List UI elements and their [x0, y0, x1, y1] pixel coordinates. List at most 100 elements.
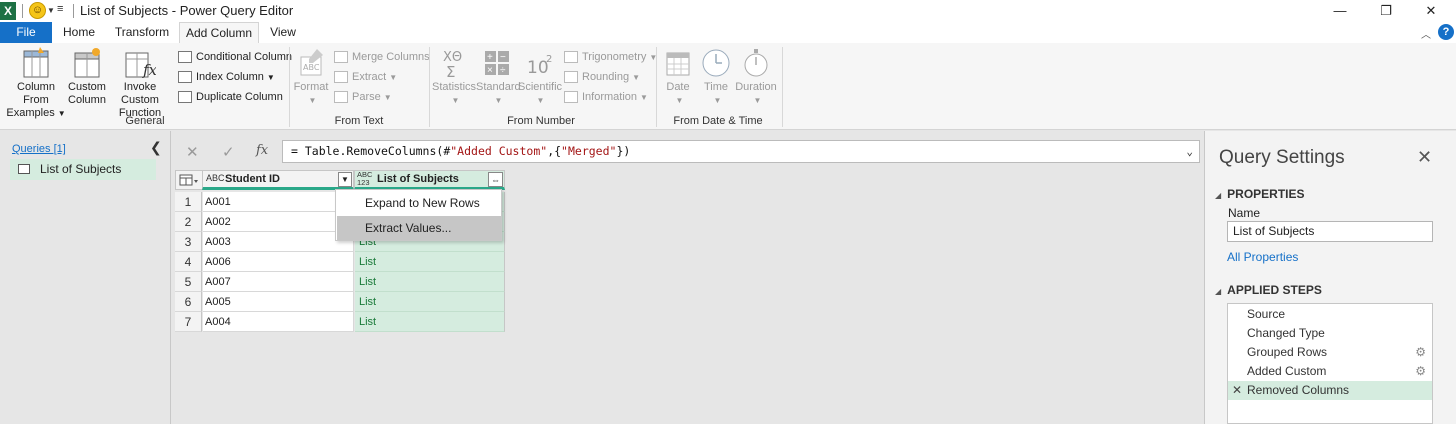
cell-student-id[interactable]: A007	[203, 272, 354, 292]
duration-button[interactable]: Duration ▼	[735, 47, 777, 107]
applied-steps-header[interactable]: ◢ APPLIED STEPS	[1215, 283, 1322, 297]
close-settings-icon[interactable]: ✕	[1417, 147, 1432, 168]
row-number[interactable]: 5	[175, 272, 202, 292]
chevron-down-icon: ▼	[383, 93, 392, 102]
confirm-formula-icon[interactable]: ✓	[222, 143, 235, 161]
delete-step-icon[interactable]: ✕	[1232, 381, 1242, 400]
query-item-list-of-subjects[interactable]: List of Subjects	[10, 159, 156, 180]
applied-step[interactable]: Changed Type	[1228, 324, 1432, 343]
applied-step[interactable]: ✕ Removed Columns	[1228, 381, 1432, 400]
standard-label: Standard	[476, 81, 521, 93]
information-button[interactable]: Information ▼	[564, 88, 648, 106]
cell-student-id[interactable]: A005	[203, 292, 354, 312]
statistics-button[interactable]: XΘ Σ Statistics ▼	[432, 47, 476, 107]
cell-student-id[interactable]: A004	[203, 312, 354, 332]
query-settings-pane: Query Settings ✕ ◢ PROPERTIES Name List o…	[1204, 131, 1456, 424]
tab-file[interactable]: File	[0, 22, 52, 43]
menu-item-extract-values[interactable]: Extract Values...	[337, 216, 501, 240]
tab-view[interactable]: View	[263, 22, 303, 43]
expand-context-menu: Expand to New Rows Extract Values...	[335, 189, 502, 241]
cell-list-link[interactable]: List	[355, 272, 505, 292]
date-button[interactable]: Date ▼	[660, 47, 696, 107]
step-settings-gear-icon[interactable]: ⚙	[1415, 343, 1426, 362]
restore-button[interactable]: ❐	[1366, 0, 1406, 22]
group-separator	[782, 47, 783, 127]
row-number[interactable]: 7	[175, 312, 202, 332]
query-name-field[interactable]: List of Subjects	[1227, 221, 1433, 242]
parse-button[interactable]: Parse ▼	[334, 88, 392, 106]
all-properties-link[interactable]: All Properties	[1227, 250, 1298, 264]
any-type-icon[interactable]: ABC 123	[357, 171, 373, 187]
formula-bar: ✕ ✓ fx = Table.RemoveColumns(#"Added Cus…	[172, 131, 1204, 171]
feedback-smiley-icon[interactable]: ☺	[29, 2, 46, 19]
cell-student-id[interactable]: A006	[203, 252, 354, 272]
menu-item-expand-to-new-rows[interactable]: Expand to New Rows	[337, 191, 501, 215]
table-menu-button[interactable]	[175, 170, 203, 190]
applied-steps-list: Source Changed Type Grouped Rows ⚙ Added Cus…	[1227, 303, 1433, 424]
row-number[interactable]: 2	[175, 212, 202, 232]
time-button[interactable]: Time ▼	[697, 47, 735, 107]
formula-input[interactable]: = Table.RemoveColumns(#"Added Custom",{"…	[282, 140, 1200, 163]
standard-icon: + − × ÷	[485, 51, 509, 76]
fx-icon[interactable]: fx	[256, 143, 268, 158]
cell-list-link[interactable]: List	[355, 252, 505, 272]
index-column-button[interactable]: Index Column ▼	[178, 68, 275, 86]
format-button[interactable]: ABC Format ▼	[293, 47, 329, 107]
column-header-list-of-subjects[interactable]: ABC 123 List of Subjects ⇔	[354, 170, 505, 190]
cell-student-id[interactable]: A002	[203, 212, 354, 232]
svg-text:2: 2	[546, 54, 552, 65]
scientific-label: Scientific	[518, 81, 563, 93]
row-number[interactable]: 1	[175, 192, 202, 212]
collapse-triangle-icon: ◢	[1215, 287, 1222, 296]
custom-column-button[interactable]: Custom Column	[68, 47, 106, 107]
duplicate-column-button[interactable]: Duplicate Column	[178, 88, 283, 106]
filter-dropdown-icon[interactable]: ▼	[338, 172, 352, 187]
index-column-icon	[178, 71, 192, 83]
cell-list-link[interactable]: List	[355, 312, 505, 332]
group-label-general: General	[125, 115, 165, 127]
scientific-button[interactable]: 10 2 Scientific ▼	[518, 47, 563, 107]
queries-title[interactable]: Queries [1]	[12, 143, 66, 155]
column-from-examples-button[interactable]: Column From Examples ▼	[4, 47, 68, 120]
chevron-down-icon: ▼	[308, 96, 317, 105]
row-number[interactable]: 6	[175, 292, 202, 312]
row-number[interactable]: 4	[175, 252, 202, 272]
tab-transform[interactable]: Transform	[108, 22, 176, 43]
tab-home[interactable]: Home	[56, 22, 102, 43]
cell-student-id[interactable]: A003	[203, 232, 354, 252]
expand-formula-icon[interactable]: ⌄	[1186, 141, 1193, 162]
properties-header[interactable]: ◢ PROPERTIES	[1215, 187, 1305, 201]
minimize-button[interactable]: —	[1320, 0, 1360, 22]
quick-access-dropdown-icon[interactable]: ▼	[47, 6, 55, 15]
invoke-custom-function-button[interactable]: fx Invoke Custom Function	[106, 47, 174, 120]
cancel-formula-icon[interactable]: ✕	[186, 143, 199, 161]
trigonometry-button[interactable]: Trigonometry ▼	[564, 48, 657, 66]
invoke-custom-function-label: Invoke Custom	[121, 81, 159, 106]
standard-button[interactable]: + − × ÷ Standard ▼	[476, 47, 521, 107]
merge-columns-button[interactable]: Merge Columns	[334, 48, 430, 66]
column-header-student-id[interactable]: ABC Student ID ▼	[202, 170, 354, 190]
rounding-button[interactable]: Rounding ▼	[564, 68, 640, 86]
close-window-button[interactable]: ✕	[1411, 0, 1451, 22]
help-icon[interactable]: ?	[1438, 24, 1454, 40]
collapse-pane-icon[interactable]: ❮	[150, 139, 162, 156]
collapse-ribbon-icon[interactable]: ︿	[1421, 26, 1431, 41]
duplicate-column-label: Duplicate Column	[196, 91, 283, 103]
applied-step[interactable]: Added Custom ⚙	[1228, 362, 1432, 381]
expand-column-icon[interactable]: ⇔	[488, 172, 503, 187]
customize-toolbar-icon[interactable]: ≡	[57, 3, 63, 15]
tab-add-column[interactable]: Add Column	[179, 22, 259, 44]
row-number[interactable]: 3	[175, 232, 202, 252]
statistics-label: Statistics	[432, 81, 477, 93]
extract-button[interactable]: Extract ▼	[334, 68, 397, 86]
text-type-icon[interactable]: ABC	[206, 173, 225, 183]
conditional-column-button[interactable]: Conditional Column	[178, 48, 292, 66]
duplicate-column-icon	[178, 91, 192, 103]
chevron-down-icon: ▼	[494, 96, 503, 105]
cell-student-id[interactable]: A001	[203, 192, 354, 212]
step-settings-gear-icon[interactable]: ⚙	[1415, 362, 1426, 381]
rounding-icon	[564, 71, 578, 83]
applied-step[interactable]: Grouped Rows ⚙	[1228, 343, 1432, 362]
applied-step[interactable]: Source	[1228, 305, 1432, 324]
cell-list-link[interactable]: List	[355, 292, 505, 312]
